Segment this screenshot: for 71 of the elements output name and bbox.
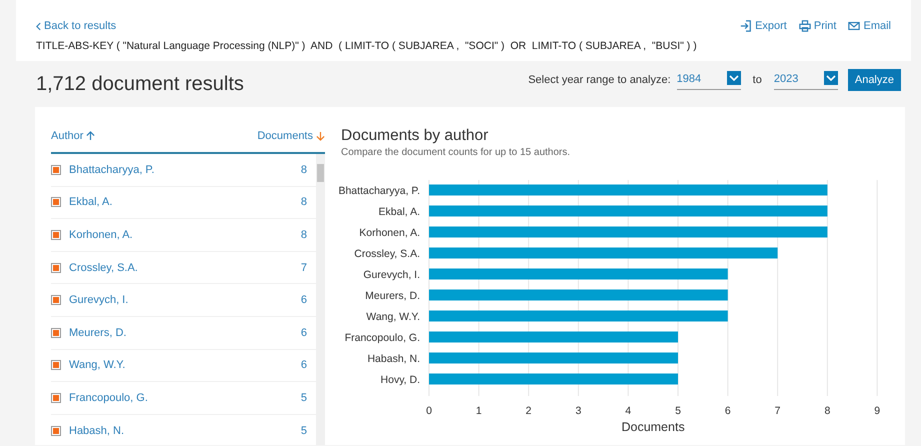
axis-tick-label: 9 bbox=[874, 405, 880, 417]
axis-tick-label: 1 bbox=[476, 405, 482, 417]
document-count: 5 bbox=[300, 424, 307, 437]
printer-icon bbox=[798, 20, 811, 32]
back-link[interactable]: Back to results bbox=[36, 20, 116, 32]
document-count: 8 bbox=[300, 196, 307, 208]
column-header[interactable]: Author bbox=[51, 130, 96, 142]
category-label: Korhonen, A. bbox=[359, 227, 420, 239]
axis-tick-label: 4 bbox=[625, 405, 632, 417]
column-header[interactable]: Documents bbox=[257, 130, 325, 142]
year-select[interactable]: 1984 bbox=[676, 70, 741, 90]
scrollbar[interactable] bbox=[316, 154, 325, 445]
year-range-label: Select year range to analyze: bbox=[528, 74, 671, 86]
checkbox[interactable] bbox=[51, 328, 61, 338]
checkbox[interactable] bbox=[51, 262, 61, 273]
axis-tick-label: 6 bbox=[724, 405, 731, 417]
category-label: Bhattacharyya, P. bbox=[338, 185, 420, 197]
checkbox[interactable] bbox=[51, 164, 61, 175]
document-count: 6 bbox=[300, 326, 307, 339]
category-label: Habash, N. bbox=[367, 353, 420, 365]
document-count: 7 bbox=[300, 262, 307, 274]
export-icon bbox=[740, 20, 752, 32]
dropdown-icon bbox=[726, 70, 741, 84]
category-label: Hovy, D. bbox=[380, 374, 420, 386]
checkbox[interactable] bbox=[51, 426, 61, 436]
results-title: 1,712 document results bbox=[36, 73, 244, 96]
print-link[interactable]: Print bbox=[798, 20, 836, 32]
category-label: Meurers, D. bbox=[365, 290, 420, 302]
checkbox[interactable] bbox=[51, 197, 61, 208]
author-link[interactable]: Habash, N. bbox=[69, 424, 301, 437]
author-link[interactable]: Ekbal, A. bbox=[69, 196, 301, 208]
checkbox[interactable] bbox=[51, 360, 61, 370]
document-count: 6 bbox=[300, 294, 307, 306]
axis-tick-label: 3 bbox=[575, 405, 582, 417]
checkbox[interactable] bbox=[51, 230, 61, 240]
document-count: 8 bbox=[300, 164, 307, 176]
envelope-icon bbox=[848, 20, 860, 32]
scrollbar-thumb[interactable] bbox=[317, 164, 324, 182]
chevron-left-icon bbox=[36, 22, 41, 30]
analyze-button[interactable]: Analyze bbox=[848, 69, 901, 91]
export-link[interactable]: Export bbox=[740, 20, 787, 32]
checkbox[interactable] bbox=[51, 295, 61, 306]
axis-tick-label: 2 bbox=[526, 405, 532, 417]
category-label: Crossley, S.A. bbox=[354, 248, 420, 260]
author-link[interactable]: Gurevych, I. bbox=[69, 294, 301, 306]
axis-tick-label: 8 bbox=[824, 405, 830, 417]
document-count: 5 bbox=[300, 392, 307, 404]
email-link[interactable]: Email bbox=[848, 20, 891, 32]
category-label: Ekbal, A. bbox=[378, 206, 420, 218]
checkbox[interactable] bbox=[51, 392, 61, 403]
range-separator: to bbox=[752, 74, 762, 86]
category-label: Francopoulo, G. bbox=[344, 332, 420, 344]
author-link[interactable]: Wang, W.Y. bbox=[69, 359, 301, 372]
axis-title: Documents bbox=[621, 420, 685, 432]
document-count: 8 bbox=[300, 228, 307, 241]
axis-tick-label: 0 bbox=[426, 405, 432, 417]
axis-tick-label: 5 bbox=[675, 405, 681, 417]
category-label: Wang, W.Y. bbox=[366, 311, 420, 323]
year-select[interactable]: 2023 bbox=[774, 70, 838, 90]
document-count: 6 bbox=[300, 359, 307, 372]
author-link[interactable]: Korhonen, A. bbox=[69, 228, 301, 241]
author-link[interactable]: Meurers, D. bbox=[69, 326, 301, 339]
axis-tick-label: 7 bbox=[774, 405, 781, 417]
category-label: Gurevych, I. bbox=[363, 269, 420, 281]
chart-subtitle: Compare the document counts for up to 15 authors. bbox=[341, 147, 572, 158]
author-link[interactable]: Francopoulo, G. bbox=[69, 392, 301, 404]
chart-title: Documents by author bbox=[341, 127, 490, 145]
search-query: TITLE-ABS-KEY ( "Natural Language Processing (NLP)" ) AND ( LIMIT-TO ( SUBJAREA , "SOCI" ) OR LIMIT-TO ( SUBJAREA , "BUSI" ) ) bbox=[36, 40, 698, 52]
dropdown-icon bbox=[824, 70, 838, 84]
author-link[interactable]: Crossley, S.A. bbox=[69, 262, 301, 274]
author-link[interactable]: Bhattacharyya, P. bbox=[69, 164, 301, 176]
